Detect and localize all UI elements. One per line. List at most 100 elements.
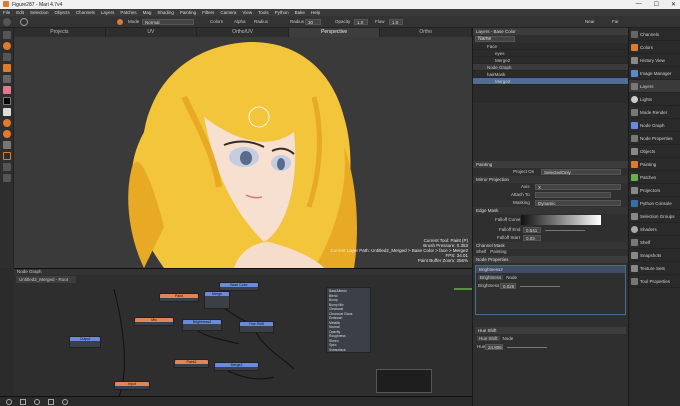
zoom-icon[interactable] [34,399,40,405]
layer-row-selected[interactable]: Merge2 [473,78,628,85]
foreground-color-icon[interactable] [2,86,11,94]
menu-help[interactable]: Help [311,10,320,15]
background-color-icon[interactable] [2,97,11,105]
menu-patches[interactable]: Patches [120,10,136,15]
menu-layers[interactable]: Layers [101,10,115,15]
sidebar-item-node-graph[interactable]: Node Graph [629,119,680,132]
brightness-field[interactable]: 0.026 [500,283,516,289]
sidebar-item-painting[interactable]: Painting [629,158,680,171]
menu-bake[interactable]: Bake [295,10,305,15]
tab-ortho[interactable]: Ortho [380,28,472,37]
menu-camera[interactable]: Camera [220,10,236,15]
sidebar-item-python-console[interactable]: Python Console [629,197,680,210]
flow-field[interactable]: 1.0 [389,19,403,25]
menu-painting[interactable]: Painting [180,10,196,15]
sidebar-item-projectors[interactable]: Projectors [629,184,680,197]
menu-objects[interactable]: Objects [55,10,70,15]
layer-row[interactable]: Node Graph [473,64,628,71]
node-paint[interactable]: Paint [159,293,199,302]
hue-field[interactable]: 24.806 [485,344,503,350]
falloff-start-field[interactable]: 0.03 [523,235,541,241]
masking-dropdown[interactable]: Dynamic [535,200,621,206]
tab-hue-shift[interactable]: Hue Shift [477,336,500,341]
layers-filter-dropdown[interactable]: Name [475,36,515,42]
tab-projects[interactable]: Projects [14,28,106,37]
tab-painting[interactable]: Painting [490,249,506,256]
falloff-end-field[interactable]: 0.541 [523,227,541,233]
stamp-tool-icon[interactable] [2,152,11,160]
project-on-dropdown[interactable]: SelectedOnly [541,169,621,175]
pan-icon[interactable] [20,399,26,405]
brush-icon[interactable] [3,18,11,26]
blur-tool-icon[interactable] [2,75,11,83]
menu-edit[interactable]: Edit [16,10,24,15]
white-swatch-icon[interactable] [2,108,11,116]
sidebar-item-layers[interactable]: Layers [629,80,680,93]
tab-brightness[interactable]: Brightness [478,275,504,280]
node-base-color[interactable]: Base Color [219,282,259,291]
sidebar-item-shaders[interactable]: Shaders [629,223,680,236]
menu-selection[interactable]: Selection [30,10,49,15]
clone-tool-icon[interactable] [2,174,11,182]
layer-row[interactable]: eyes [473,50,628,57]
sidebar-item-lights[interactable]: Lights [629,93,680,106]
edge-mask-header[interactable]: Edge Mask [473,207,628,214]
fill-tool-icon[interactable] [2,119,11,127]
sidebar-item-channels[interactable]: Channels [629,28,680,41]
falloff-curve-gradient[interactable] [521,215,601,225]
menu-channels[interactable]: Channels [76,10,95,15]
layer-row[interactable]: Merge2 [473,57,628,64]
node-merge[interactable]: Merge [204,291,230,309]
rotate-icon[interactable] [6,399,12,405]
viewport[interactable]: Projects UV Ortho/UV Perspective Ortho C… [14,28,472,268]
sidebar-item-selection-groups[interactable]: Selection Groups [629,210,680,223]
sidebar-item-colors[interactable]: Colors [629,41,680,54]
sidebar-item-patches[interactable]: Patches [629,171,680,184]
opacity-field[interactable]: 1.0 [354,19,368,25]
hue-slider[interactable] [507,347,547,348]
mode-dropdown[interactable]: Normal [142,19,194,25]
menu-shading[interactable]: Shading [157,10,174,15]
sidebar-item-history[interactable]: History View [629,54,680,67]
frame-icon[interactable] [48,399,54,405]
reset-icon[interactable] [62,399,68,405]
sidebar-item-node-properties[interactable]: Node Properties [629,132,680,145]
tab-uv[interactable]: UV [106,28,198,37]
select-tool-icon[interactable] [2,31,11,39]
node-graph-panel[interactable]: Node Graph Untitled2_Merged - Root Paint… [14,268,472,397]
node-graph-minimap[interactable] [376,369,432,393]
node-output[interactable]: Output [69,336,101,348]
mirror-projection-header[interactable]: Mirror Projection [473,176,628,183]
mask-tool-icon[interactable] [2,141,11,149]
node-mix[interactable]: Mix [134,317,174,326]
menu-python[interactable]: Python [275,10,289,15]
transform-tool-icon[interactable] [2,53,11,61]
eraser-tool-icon[interactable] [2,64,11,72]
menu-view[interactable]: View [242,10,252,15]
material-node-ports[interactable]: BaseAlbedo Blend Bump Bump Mix Clearcoat… [326,287,371,353]
node-paint2[interactable]: Paint2 [174,359,209,368]
tab-node[interactable]: Node [506,275,517,280]
axis-dropdown[interactable]: X [535,184,621,190]
tab-ortho-uv[interactable]: Ortho/UV [197,28,289,37]
falloff-end-slider[interactable] [545,230,585,231]
node-input[interactable]: Input [114,381,150,390]
sphere-tool-icon[interactable] [2,130,11,138]
sidebar-item-shelf[interactable]: Shelf [629,236,680,249]
layer-row[interactable]: hairMask [473,71,628,78]
sidebar-item-image-manager[interactable]: Image Manager [629,67,680,80]
node-brightness2[interactable]: Brightness2 [182,319,222,331]
minimize-button[interactable]: — [636,1,642,8]
layer-row[interactable]: Face [473,43,628,50]
sidebar-item-snapshots[interactable]: Snapshots [629,249,680,262]
smudge-tool-icon[interactable] [2,163,11,171]
radius-toggle-label[interactable]: Radius [254,19,268,24]
brush-preset-icon[interactable] [20,18,28,26]
tab-shelf[interactable]: Shelf [476,249,486,256]
radius-field[interactable]: 30 [305,19,321,25]
alpha-label[interactable]: Alpha [234,19,246,24]
menu-filters[interactable]: Filters [202,10,214,15]
paint-tool-icon[interactable] [2,42,11,50]
sidebar-item-tool-properties[interactable]: Tool Properties [629,275,680,288]
menu-file[interactable]: File [3,10,10,15]
